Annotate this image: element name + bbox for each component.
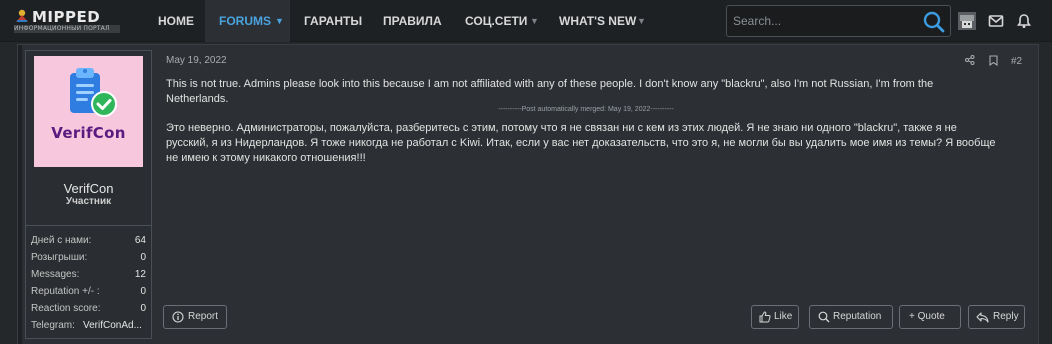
reputation-button[interactable]: Reputation [809, 305, 893, 329]
stat-row: Telegram: VerifConAd... [31, 318, 146, 334]
avatar-brand-text: VerifCon [51, 124, 126, 142]
stat-value: 0 [140, 252, 146, 263]
report-info-icon [172, 311, 184, 323]
clipboard-check-icon [70, 68, 117, 117]
stat-row: Messages: 12 [31, 267, 146, 283]
reply-button[interactable]: Reply [968, 305, 1025, 329]
nav-whats-new[interactable]: WHAT'S NEW [559, 0, 636, 42]
nav-home[interactable]: HOME [144, 0, 204, 42]
post-text-ru-line-3: не имею к этому никакого отношения!!! [166, 152, 366, 164]
reply-arrow-icon [976, 312, 989, 323]
nav-rules[interactable]: ПРАВИЛА [383, 0, 442, 42]
logo-subtitle: ИНФОРМАЦИОННЫЙ ПОРТАЛ [14, 25, 120, 33]
nav-forums-label: FORUMS [219, 14, 271, 28]
post-text-ru-line-2: русский, я из Нидерландов. Я тоже никогд… [166, 137, 996, 149]
site-logo[interactable]: MIPPED ИНФОРМАЦИОННЫЙ ПОРТАЛ [14, 8, 120, 34]
stat-row: Reaction score: 0 [31, 301, 146, 317]
logo-title: MIPPED [32, 8, 101, 26]
search-icon[interactable] [922, 10, 946, 34]
user-info-divider [26, 225, 151, 226]
stat-label: Reaction score: [31, 303, 101, 314]
forums-chevron-down-icon[interactable]: ▼ [275, 0, 284, 42]
stat-row: Дней с нами: 64 [31, 233, 146, 249]
stat-label: Розыгрыши: [31, 252, 88, 263]
post-number[interactable]: #2 [1011, 56, 1022, 67]
forum-post: VerifCon VerifCon Участник Дней с нами: … [17, 44, 1039, 344]
search-input[interactable] [731, 8, 917, 34]
user-avatar[interactable]: VerifCon [34, 56, 143, 167]
bell-icon[interactable] [1016, 13, 1032, 29]
stat-value: 0 [140, 303, 146, 314]
stat-value: 64 [134, 235, 146, 246]
top-navbar: MIPPED ИНФОРМАЦИОННЫЙ ПОРТАЛ HOME FORUMS… [0, 0, 1052, 42]
stat-label: Messages: [31, 269, 80, 280]
bookmark-icon[interactable] [989, 55, 998, 66]
social-chevron-down-icon[interactable]: ▼ [530, 0, 539, 42]
thumbs-up-icon [759, 311, 771, 323]
search-box [726, 5, 951, 37]
post-date[interactable]: May 19, 2022 [166, 55, 227, 66]
stat-value: 12 [134, 269, 146, 280]
whats-new-chevron-down-icon[interactable]: ▼ [637, 0, 646, 42]
quote-button[interactable]: + Quote [899, 305, 961, 329]
stat-label: Дней с нами: [31, 235, 92, 246]
post-left-strip [18, 45, 22, 344]
telegram-link[interactable]: VerifConAd... [83, 318, 142, 334]
share-icon[interactable] [965, 55, 975, 65]
logo-emblem-icon [16, 9, 28, 22]
report-button-label: Report [188, 311, 219, 322]
post-text-en-line-2: Netherlands. [166, 93, 229, 105]
post-text-en-line-1: This is not true. Admins please look int… [166, 78, 934, 90]
reply-button-label: Reply [993, 311, 1019, 322]
post-text-ru-line-1: Это неверно. Администраторы, пожалуйста,… [166, 122, 957, 134]
post-merge-note: ----------Post automatically merged: May… [498, 106, 674, 113]
quote-button-label: + Quote [909, 311, 945, 322]
nav-guarantors[interactable]: ГАРАНТЫ [304, 0, 362, 42]
like-button[interactable]: Like [751, 305, 799, 329]
reputation-button-label: Reputation [833, 311, 882, 322]
user-avatar-icon[interactable] [958, 12, 976, 30]
report-button[interactable]: Report [163, 305, 227, 329]
post-author-title: Участник [65, 196, 112, 207]
stat-value: 0 [140, 286, 146, 297]
stat-label: Reputation +/- : [31, 286, 100, 297]
post-author-name[interactable]: VerifCon [26, 181, 151, 196]
stat-row: Розыгрыши: 0 [31, 250, 146, 266]
stat-row: Reputation +/- : 0 [31, 284, 146, 300]
like-button-label: Like [774, 311, 793, 322]
magnifier-icon [818, 311, 830, 323]
user-info-cell: VerifCon VerifCon Участник Дней с нами: … [25, 50, 152, 339]
envelope-icon[interactable] [988, 13, 1004, 29]
stat-label: Telegram: [31, 320, 75, 331]
nav-social[interactable]: СОЦ.СЕТИ [465, 0, 527, 42]
